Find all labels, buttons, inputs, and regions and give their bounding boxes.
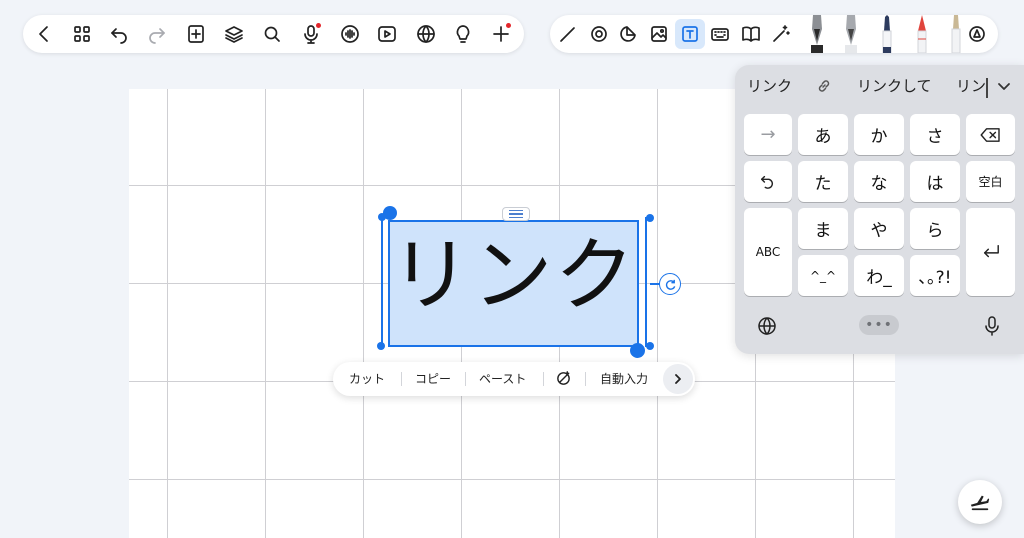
kaomoji-key[interactable]: ^_^	[798, 255, 848, 296]
book-icon[interactable]	[736, 19, 766, 49]
menu-divider	[543, 372, 544, 386]
add-icon[interactable]	[486, 19, 516, 49]
key-ma[interactable]: ま	[798, 208, 848, 249]
layers-icon[interactable]	[219, 19, 249, 49]
space-key[interactable]: 空白	[966, 161, 1015, 202]
menu-divider	[401, 372, 402, 386]
magic-pen-icon[interactable]	[766, 19, 796, 49]
tools-toolbar	[550, 15, 998, 53]
calligraphy-pen-icon[interactable]	[837, 15, 865, 53]
grid-icon[interactable]	[67, 19, 97, 49]
pencil-icon[interactable]	[908, 15, 936, 53]
pen-icon[interactable]	[553, 19, 583, 49]
lasso-icon[interactable]	[584, 19, 614, 49]
lightbulb-icon[interactable]	[448, 19, 478, 49]
microphone-icon[interactable]	[296, 19, 326, 49]
abc-key[interactable]: ABC	[744, 208, 792, 296]
microphone-icon[interactable]	[982, 315, 1002, 337]
candidate-item[interactable]: リンクして	[857, 65, 932, 107]
japanese-keyboard: リンク リンクして リン → あ か さ た な は 空白 ABC ま や ら	[735, 65, 1024, 354]
candidate-bar: リンク リンクして リン	[735, 65, 1024, 107]
undo-key-icon	[759, 173, 777, 191]
candidate-item[interactable]: リンク	[747, 65, 792, 107]
key-ta[interactable]: た	[798, 161, 848, 202]
delete-key[interactable]	[966, 114, 1015, 155]
text-cursor-handle-start[interactable]	[383, 206, 397, 220]
format-icon[interactable]	[555, 370, 572, 388]
delete-icon	[980, 127, 1002, 143]
back-icon[interactable]	[29, 19, 59, 49]
link-icon[interactable]	[815, 77, 833, 95]
return-icon	[981, 243, 1001, 261]
add-page-icon[interactable]	[181, 19, 211, 49]
resize-handle-bottom-right[interactable]	[646, 342, 654, 350]
chevron-down-icon[interactable]	[995, 77, 1013, 95]
undo-icon[interactable]	[104, 19, 134, 49]
menu-divider	[465, 372, 466, 386]
key-na[interactable]: な	[854, 161, 904, 202]
selection-edge-left	[381, 217, 383, 347]
key-ha[interactable]: は	[910, 161, 960, 202]
fountain-pen-icon[interactable]	[803, 15, 831, 53]
undo-key[interactable]	[744, 161, 792, 202]
key-ra[interactable]: ら	[910, 208, 960, 249]
keyboard-icon[interactable]	[705, 19, 735, 49]
notification-dot	[316, 23, 321, 28]
resize-handle-bottom-left[interactable]	[377, 342, 385, 350]
key-a[interactable]: あ	[798, 114, 848, 155]
ballpoint-pen-icon[interactable]	[873, 15, 901, 53]
rotate-icon[interactable]	[659, 273, 681, 295]
color-picker-icon[interactable]	[962, 19, 992, 49]
key-wa[interactable]: わ_	[854, 255, 904, 296]
cut-button[interactable]: カット	[349, 362, 385, 396]
play-icon[interactable]	[372, 19, 402, 49]
image-icon[interactable]	[644, 19, 674, 49]
search-icon[interactable]	[257, 19, 287, 49]
copy-button[interactable]: コピー	[415, 362, 451, 396]
globe-icon[interactable]	[757, 316, 777, 336]
key-ya[interactable]: や	[854, 208, 904, 249]
redo-icon[interactable]	[142, 19, 172, 49]
key-sa[interactable]: さ	[910, 114, 960, 155]
selection-edge-right	[645, 217, 647, 347]
autofill-button[interactable]: 自動入力	[600, 362, 648, 396]
audio-wave-icon[interactable]	[335, 19, 365, 49]
notification-dot	[506, 23, 511, 28]
candidate-divider	[986, 78, 988, 98]
punctuation-key[interactable]: ､｡?!	[910, 255, 960, 296]
main-toolbar	[23, 15, 524, 53]
selected-text-box[interactable]: リンク	[388, 220, 639, 347]
next-key[interactable]: →	[744, 114, 792, 155]
text-box-icon[interactable]	[675, 19, 705, 49]
keyboard-drag-handle[interactable]: •••	[859, 315, 899, 335]
airplane-icon[interactable]	[958, 480, 1002, 524]
globe-icon[interactable]	[411, 19, 441, 49]
text-cursor-handle-end[interactable]	[630, 343, 645, 358]
paste-button[interactable]: ペースト	[479, 362, 526, 396]
resize-handle-top-right[interactable]	[646, 214, 654, 222]
text-box-content[interactable]: リンク	[390, 216, 637, 336]
candidate-item[interactable]: リン	[956, 65, 986, 107]
return-key[interactable]	[966, 208, 1015, 296]
move-grip-icon[interactable]	[502, 207, 530, 221]
context-menu: カット コピー ペースト 自動入力	[333, 362, 695, 396]
sticker-icon[interactable]	[613, 19, 643, 49]
menu-divider	[585, 372, 586, 386]
more-chevron-icon[interactable]	[663, 364, 693, 394]
key-ka[interactable]: か	[854, 114, 904, 155]
